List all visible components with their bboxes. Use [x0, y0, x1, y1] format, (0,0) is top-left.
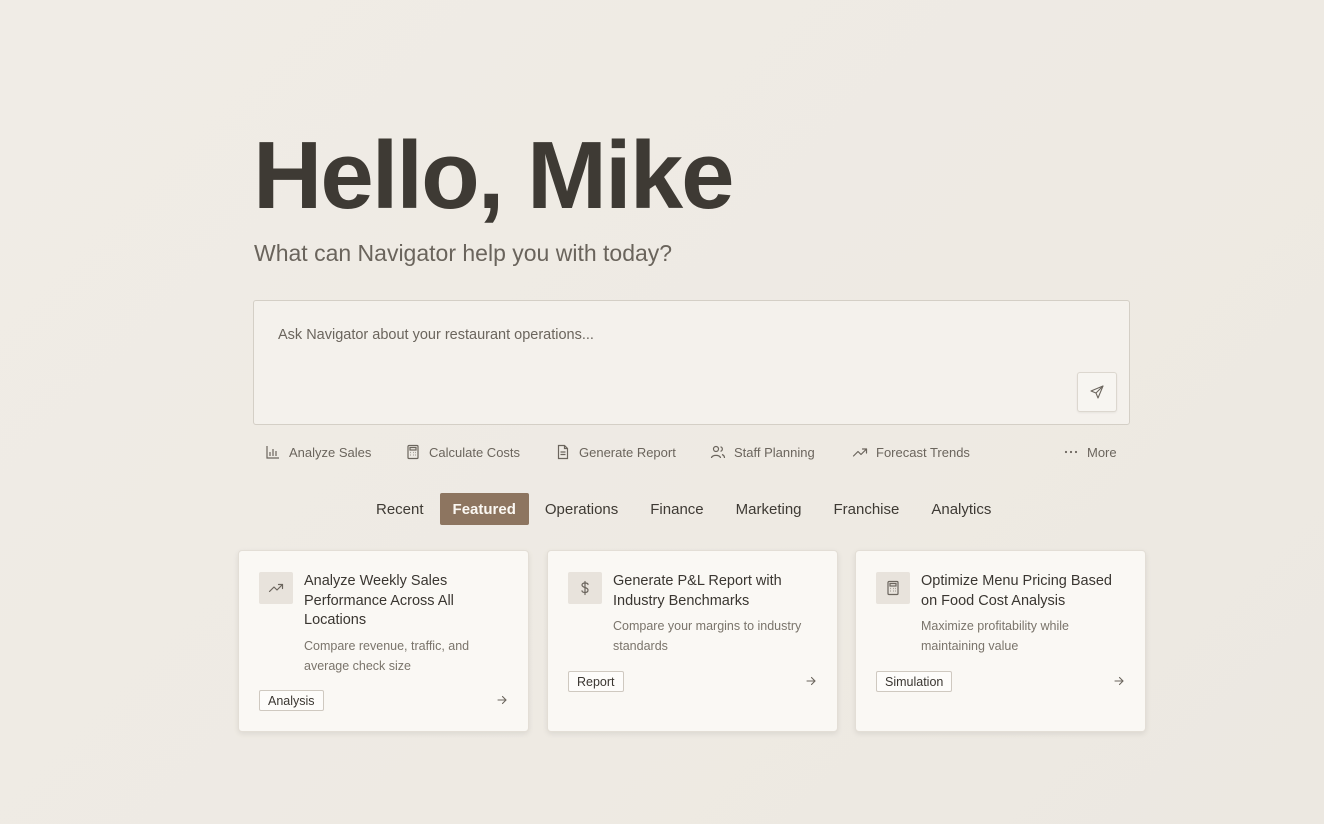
tab-operations[interactable]: Operations: [529, 493, 634, 525]
card-icon-container: [876, 572, 910, 604]
card-title: Optimize Menu Pricing Based on Food Cost…: [921, 573, 1112, 609]
quick-action-forecast-trends[interactable]: Forecast Trends: [852, 444, 970, 460]
card-description: Compare your margins to industry standar…: [613, 619, 802, 653]
quick-action-label: More: [1087, 444, 1117, 460]
tab-finance[interactable]: Finance: [634, 493, 719, 525]
tab-featured[interactable]: Featured: [439, 493, 529, 525]
quick-action-label: Staff Planning: [734, 444, 815, 460]
page: Hello, Mike What can Navigator help you …: [0, 0, 1324, 824]
card-tag: Analysis: [259, 690, 324, 711]
calculator-icon: [407, 444, 419, 460]
quick-action-label: Calculate Costs: [429, 444, 521, 460]
ellipsis-icon: [1064, 450, 1078, 454]
send-icon: [1090, 385, 1104, 399]
card-generate-pl-report[interactable]: Generate P&L Report with Industry Benchm…: [547, 550, 838, 732]
card-icon-container: [568, 572, 602, 604]
card-description: Compare revenue, traffic, and average ch…: [304, 639, 470, 673]
quick-action-more[interactable]: More: [1063, 444, 1117, 460]
quick-action-label: Forecast Trends: [876, 444, 970, 460]
quick-action-analyze-sales[interactable]: Analyze Sales: [265, 444, 371, 460]
greeting-subtitle: What can Navigator help you with today?: [254, 240, 673, 266]
send-button[interactable]: [1077, 372, 1117, 412]
card-tag: Report: [568, 671, 624, 692]
card-icon-container: [259, 572, 293, 604]
arrow-right-icon: [497, 695, 507, 705]
card-analyze-weekly-sales[interactable]: Analyze Weekly Sales Performance Across …: [238, 550, 529, 732]
dollar-icon: [581, 580, 589, 596]
quick-action-generate-report[interactable]: Generate Report: [555, 444, 676, 460]
card-optimize-menu-pricing[interactable]: Optimize Menu Pricing Based on Food Cost…: [855, 550, 1146, 732]
trend-up-icon: [852, 448, 868, 457]
category-tabs: Recent Featured Operations Finance Marke…: [360, 493, 1007, 525]
quick-action-label: Analyze Sales: [289, 444, 372, 460]
arrow-right-icon: [1114, 676, 1124, 686]
tab-franchise[interactable]: Franchise: [818, 493, 916, 525]
prompt-input[interactable]: [278, 327, 1058, 343]
card-title: Generate P&L Report with Industry Benchm…: [613, 573, 782, 609]
users-icon: [710, 445, 726, 459]
tab-recent[interactable]: Recent: [360, 493, 440, 525]
trend-up-icon: [268, 583, 284, 593]
calculator-icon: [887, 580, 899, 596]
card-description: Maximize profitability while maintaining…: [921, 619, 1069, 653]
tab-marketing[interactable]: Marketing: [720, 493, 818, 525]
card-tag: Simulation: [876, 671, 953, 692]
document-icon: [557, 444, 569, 460]
quick-action-calculate-costs[interactable]: Calculate Costs: [405, 444, 520, 460]
bar-chart-icon: [266, 446, 279, 459]
prompt-box: [253, 300, 1130, 425]
tab-analytics[interactable]: Analytics: [915, 493, 1007, 525]
card-title: Analyze Weekly Sales Performance Across …: [304, 573, 454, 628]
quick-action-label: Generate Report: [579, 444, 676, 460]
quick-actions: Analyze Sales Calculate Costs Generate R…: [265, 444, 1117, 464]
arrow-right-icon: [806, 676, 816, 686]
quick-action-staff-planning[interactable]: Staff Planning: [710, 444, 815, 460]
greeting-title: Hello, Mike: [253, 122, 734, 229]
